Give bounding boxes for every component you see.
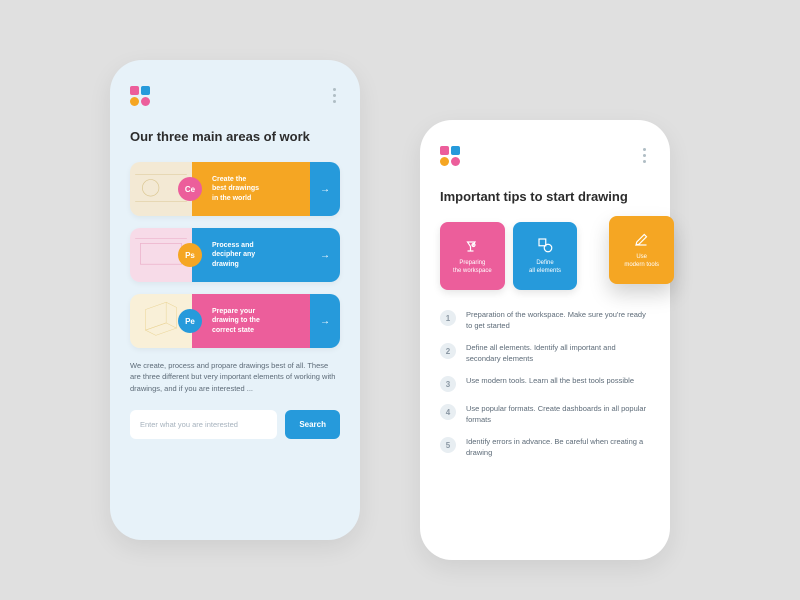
description-text: We create, process and propare drawings … (130, 360, 340, 394)
arrow-right-icon[interactable]: → (310, 294, 340, 348)
pencil-icon (633, 230, 651, 248)
card-title: Process and decipher any drawing (212, 241, 255, 268)
top-bar (130, 84, 340, 107)
top-bar (440, 144, 650, 167)
area-card-create[interactable]: Ce Create the best drawings in the world… (130, 162, 340, 216)
step-text: Define all elements. Identify all import… (466, 343, 650, 364)
step-text: Use popular formats. Create dashboards i… (466, 404, 650, 425)
search-input[interactable] (130, 410, 277, 439)
steps-list: 1 Preparation of the workspace. Make sure… (440, 310, 650, 458)
list-item: 3 Use modern tools. Learn all the best to… (440, 376, 650, 392)
step-number: 3 (440, 376, 456, 392)
step-number: 2 (440, 343, 456, 359)
area-card-process[interactable]: Ps Process and decipher any drawing → (130, 228, 340, 282)
badge-ps: Ps (178, 243, 202, 267)
card-title: Create the best drawings in the world (212, 175, 259, 202)
list-item: 1 Preparation of the workspace. Make sure… (440, 310, 650, 331)
tip-label: Use modern tools (624, 254, 659, 270)
arrow-right-icon[interactable]: → (310, 228, 340, 282)
app-logo-icon[interactable] (440, 146, 460, 166)
list-item: 2 Define all elements. Identify all impor… (440, 343, 650, 364)
tip-card-tools[interactable]: Use modern tools (609, 216, 674, 284)
lamp-icon (463, 236, 481, 254)
card-title: Prepare your drawing to the correct stat… (212, 307, 260, 334)
phone-tips: Important tips to start drawing Preparin… (420, 120, 670, 560)
phone-areas: Our three main areas of work Ce Create t… (110, 60, 360, 540)
more-menu-icon[interactable] (329, 84, 340, 107)
badge-pe: Pe (178, 309, 202, 333)
page-title: Important tips to start drawing (440, 189, 650, 204)
step-number: 1 (440, 310, 456, 326)
app-logo-icon[interactable] (130, 86, 150, 106)
step-text: Identify errors in advance. Be careful w… (466, 437, 650, 458)
step-number: 4 (440, 404, 456, 420)
list-item: 5 Identify errors in advance. Be careful … (440, 437, 650, 458)
search-row: Search (130, 410, 340, 439)
arrow-right-icon[interactable]: → (310, 162, 340, 216)
more-menu-icon[interactable] (639, 144, 650, 167)
tip-label: Preparing the workspace (453, 260, 492, 276)
step-text: Preparation of the workspace. Make sure … (466, 310, 650, 331)
step-text: Use modern tools. Learn all the best too… (466, 376, 634, 387)
tip-card-workspace[interactable]: Preparing the workspace (440, 222, 505, 290)
search-button[interactable]: Search (285, 410, 340, 439)
tip-card-define[interactable]: Define all elements (513, 222, 578, 290)
shapes-icon (536, 236, 554, 254)
page-title: Our three main areas of work (130, 129, 340, 144)
step-number: 5 (440, 437, 456, 453)
badge-ce: Ce (178, 177, 202, 201)
list-item: 4 Use popular formats. Create dashboards … (440, 404, 650, 425)
tip-label: Define all elements (529, 260, 561, 276)
area-card-prepare[interactable]: Pe Prepare your drawing to the correct s… (130, 294, 340, 348)
tips-row: Preparing the workspace Define all eleme… (440, 222, 650, 290)
